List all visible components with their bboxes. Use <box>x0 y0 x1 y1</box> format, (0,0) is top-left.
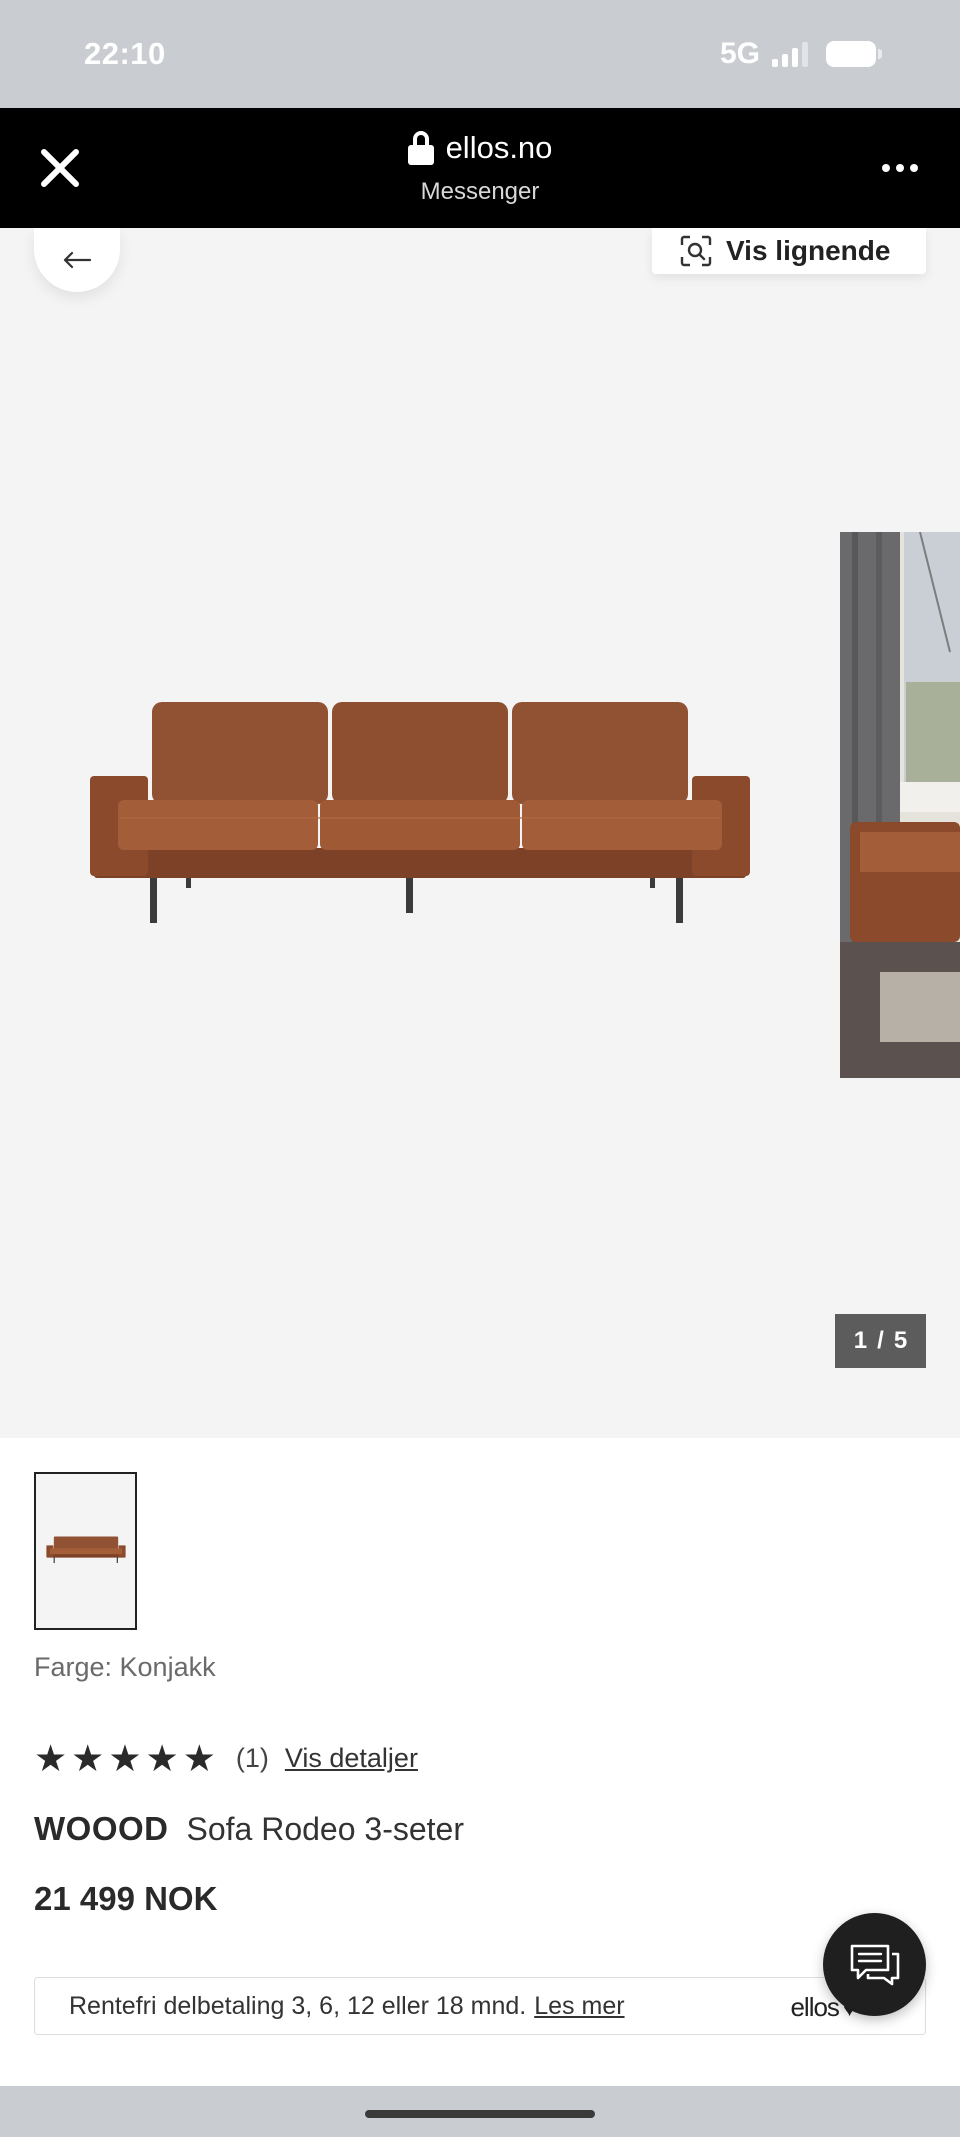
ellos-logo-text: ellos <box>790 1992 839 2022</box>
image-counter: 1 / 5 <box>835 1314 926 1368</box>
star-icon: ★ <box>145 1737 179 1779</box>
color-label: Farge: Konjakk <box>34 1652 216 1682</box>
browser-header: ellos.no Messenger <box>0 108 960 228</box>
product-name: Sofa Rodeo 3-seter <box>186 1811 464 1847</box>
visual-search-icon <box>680 235 712 267</box>
financing-read-more-link[interactable]: Les mer <box>534 1992 624 2021</box>
arrow-left-icon <box>63 251 92 269</box>
more-button[interactable] <box>870 148 930 188</box>
product-brand[interactable]: WOOOD <box>34 1810 168 1848</box>
product-image[interactable] <box>90 698 750 948</box>
details-link[interactable]: Vis detaljer <box>285 1743 418 1774</box>
counter-current: 1 <box>853 1327 868 1354</box>
next-image-preview[interactable] <box>840 532 960 1078</box>
status-indicators: 5G <box>719 36 882 72</box>
financing-banner: Rentefri delbetaling 3, 6, 12 eller 18 m… <box>34 1977 926 2035</box>
home-indicator[interactable] <box>365 2110 595 2118</box>
network-label: 5G <box>719 37 760 70</box>
room-scene-image <box>840 532 960 1078</box>
similar-label: Vis lignende <box>726 235 891 266</box>
star-icon: ★ <box>34 1737 68 1779</box>
rating-stars: ★ ★ ★ ★ ★ <box>34 1740 216 1777</box>
home-indicator-area <box>0 2086 960 2137</box>
url-domain: ellos.no <box>445 130 553 165</box>
thumbnail-image <box>45 1536 126 1563</box>
financing-text: Rentefri delbetaling 3, 6, 12 eller 18 m… <box>69 1991 527 2020</box>
battery-icon <box>826 41 882 67</box>
star-icon: ★ <box>182 1737 216 1779</box>
counter-total: 5 <box>893 1327 908 1354</box>
status-time: 22:10 <box>84 36 166 71</box>
url-subtitle: Messenger <box>420 178 540 205</box>
star-icon: ★ <box>71 1737 105 1779</box>
counter-separator: / <box>877 1327 884 1354</box>
star-icon: ★ <box>108 1737 142 1779</box>
back-button[interactable] <box>34 228 120 292</box>
lock-icon <box>407 131 434 165</box>
product-gallery[interactable]: Vis lignende 1 / 5 <box>0 228 960 1438</box>
rating-row: ★ ★ ★ ★ ★ (1) Vis detaljer <box>34 1738 418 1778</box>
url-block[interactable]: ellos.no Messenger <box>0 130 960 206</box>
product-title: WOOOD Sofa Rodeo 3-seter <box>34 1810 464 1848</box>
product-price: 21 499 NOK <box>34 1880 218 1917</box>
rating-count: (1) <box>235 1742 269 1773</box>
similar-button[interactable]: Vis lignende <box>652 228 926 274</box>
signal-icon <box>772 41 808 67</box>
chat-button[interactable] <box>823 1913 926 2016</box>
more-icon <box>882 164 890 172</box>
thumbnail-selected[interactable] <box>34 1472 137 1630</box>
status-bar: 22:10 5G <box>0 0 960 108</box>
chat-icon <box>850 1944 899 1985</box>
